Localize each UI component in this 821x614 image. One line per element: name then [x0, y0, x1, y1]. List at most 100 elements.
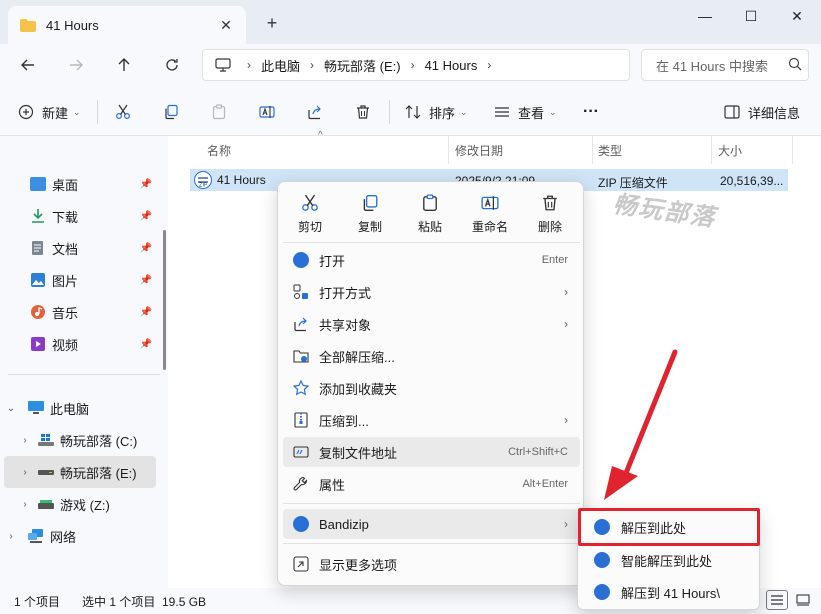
column-divider[interactable]: [448, 136, 449, 164]
context-cut-button[interactable]: 剪切: [280, 190, 340, 240]
arrow-up-icon: [118, 58, 130, 71]
menu-divider: [283, 242, 580, 243]
sidebar-item-pictures[interactable]: 图片 📌: [30, 264, 156, 296]
submenu-item-extract-here[interactable]: 解压到此处: [583, 513, 756, 541]
pin-icon: 📌: [139, 274, 152, 286]
breadcrumb-drive-e[interactable]: 畅玩部落 (E:): [324, 56, 401, 75]
sort-button[interactable]: 排序 ⌄: [405, 99, 468, 125]
forward-button[interactable]: [61, 52, 91, 78]
menu-item-share[interactable]: 共享对象 ›: [283, 309, 580, 339]
bandizip-icon: [594, 519, 610, 535]
minimize-button[interactable]: —: [682, 0, 728, 32]
menu-item-label: 属性: [319, 477, 346, 493]
document-icon: [32, 241, 43, 255]
menu-item-label: 打开方式: [319, 285, 372, 301]
tiles-view-button[interactable]: [792, 590, 814, 610]
sidebar-item-videos[interactable]: 视频 📌: [30, 328, 156, 360]
menu-item-compress-to[interactable]: 压缩到... ›: [283, 405, 580, 435]
sidebar-item-drive-e[interactable]: › 畅玩部落 (E:): [4, 456, 156, 488]
up-button[interactable]: [109, 52, 139, 78]
quick-action-label: 粘贴: [417, 220, 442, 234]
sidebar-item-desktop[interactable]: 桌面 📌: [30, 168, 156, 200]
command-bar: 新建 ⌄ 排序 ⌄ 查看 ⌄ ··· 详细信息: [0, 86, 821, 136]
menu-item-open[interactable]: 打开 Enter: [283, 245, 580, 275]
navigation-pane: 桌面 📌 下载 📌 文档 📌 图片 📌 音乐 📌 视频 📌 ⌄ 此电脑 › 畅玩…: [0, 136, 168, 588]
drive-icon: [38, 500, 54, 509]
breadcrumb-separator: ›: [487, 58, 492, 72]
context-menu: 剪切 复制 粘贴 重命名 删除 打开 Enter 打开方式 › 共享对象 › 全…: [277, 181, 584, 586]
submenu-item-extract-to-folder[interactable]: 解压到 41 Hours\: [583, 578, 756, 606]
toolbar-divider: [389, 100, 390, 124]
submenu-item-smart-extract[interactable]: 智能解压到此处: [583, 546, 756, 574]
sort-label: 排序: [429, 105, 456, 121]
view-label: 查看: [518, 105, 545, 121]
new-tab-button[interactable]: +: [260, 12, 284, 36]
sidebar-scrollbar[interactable]: [163, 230, 166, 370]
menu-item-add-favorites[interactable]: 添加到收藏夹: [283, 373, 580, 403]
search-input[interactable]: 在 41 Hours 中搜索: [641, 49, 809, 81]
selection-info: 选中 1 个项目 19.5 GB: [82, 595, 207, 609]
rename-button[interactable]: [259, 99, 275, 125]
sidebar-item-label: 下载: [52, 209, 79, 225]
tab-41-hours[interactable]: 41 Hours ✕: [8, 6, 246, 44]
share-button[interactable]: [307, 99, 323, 125]
details-view-button[interactable]: [766, 590, 788, 610]
sidebar-item-this-pc[interactable]: ⌄ 此电脑: [4, 392, 156, 424]
chevron-down-icon: ⌄: [549, 106, 557, 117]
details-label: 详细信息: [748, 105, 801, 121]
column-header-type[interactable]: 类型: [598, 142, 622, 159]
menu-item-bandizip[interactable]: Bandizip ›: [283, 509, 580, 539]
view-list-icon: [495, 107, 509, 117]
breadcrumb-folder[interactable]: 41 Hours: [425, 58, 478, 73]
context-delete-button[interactable]: 删除: [520, 190, 580, 240]
close-window-button[interactable]: ✕: [774, 0, 820, 32]
context-paste-button[interactable]: 粘贴: [400, 190, 460, 240]
compress-icon: [292, 411, 310, 429]
sidebar-item-drive-z[interactable]: › 游戏 (Z:): [18, 488, 156, 520]
address-bar[interactable]: › 此电脑 › 畅玩部落 (E:) › 41 Hours ›: [202, 49, 630, 81]
new-button[interactable]: 新建 ⌄: [18, 99, 81, 125]
menu-item-label: 全部解压缩...: [319, 349, 395, 365]
computer-icon: [28, 401, 44, 414]
menu-item-show-more[interactable]: 显示更多选项: [283, 549, 580, 579]
column-header-date[interactable]: 修改日期: [455, 142, 503, 159]
rename-icon: [481, 196, 499, 210]
refresh-button[interactable]: [157, 52, 187, 78]
context-copy-button[interactable]: 复制: [340, 190, 400, 240]
column-divider[interactable]: [711, 136, 712, 164]
sidebar-item-label: 畅玩部落 (C:): [60, 433, 138, 449]
menu-item-extract-all[interactable]: 全部解压缩...: [283, 341, 580, 371]
sidebar-item-music[interactable]: 音乐 📌: [30, 296, 156, 328]
address-row: › 此电脑 › 畅玩部落 (E:) › 41 Hours › 在 41 Hour…: [0, 44, 821, 86]
view-button[interactable]: 查看 ⌄: [494, 99, 557, 125]
column-header-name[interactable]: 名称: [207, 142, 231, 159]
watermark: 畅玩部落: [611, 188, 719, 233]
paste-button[interactable]: [211, 99, 227, 125]
sidebar-item-documents[interactable]: 文档 📌: [30, 232, 156, 264]
sidebar-divider: [8, 374, 160, 375]
menu-item-open-with[interactable]: 打开方式 ›: [283, 277, 580, 307]
menu-item-properties[interactable]: 属性 Alt+Enter: [283, 469, 580, 499]
tab-close-button[interactable]: ✕: [212, 17, 240, 34]
column-divider[interactable]: [792, 136, 793, 164]
context-rename-button[interactable]: 重命名: [460, 190, 520, 240]
chevron-right-icon: ›: [23, 498, 27, 510]
details-pane-button[interactable]: 详细信息: [724, 99, 800, 125]
maximize-button[interactable]: ☐: [728, 0, 774, 32]
column-header-size[interactable]: 大小: [718, 142, 742, 159]
back-button[interactable]: [13, 52, 43, 78]
copy-button[interactable]: [163, 99, 179, 125]
breadcrumb-this-pc[interactable]: 此电脑: [261, 56, 300, 75]
delete-button[interactable]: [355, 99, 371, 125]
tab-title: 41 Hours: [46, 17, 99, 33]
column-divider[interactable]: [592, 136, 593, 164]
clipboard-icon: [212, 104, 226, 120]
cut-button[interactable]: [115, 99, 131, 125]
arrow-right-icon: [70, 59, 83, 71]
sidebar-item-downloads[interactable]: 下载 📌: [30, 200, 156, 232]
sidebar-item-drive-c[interactable]: › 畅玩部落 (C:): [18, 424, 156, 456]
more-options-button[interactable]: ···: [583, 99, 599, 125]
menu-item-copy-path[interactable]: 复制文件地址 Ctrl+Shift+C: [283, 437, 580, 467]
sidebar-item-label: 文档: [52, 241, 79, 257]
sidebar-item-network[interactable]: › 网络: [4, 520, 156, 552]
